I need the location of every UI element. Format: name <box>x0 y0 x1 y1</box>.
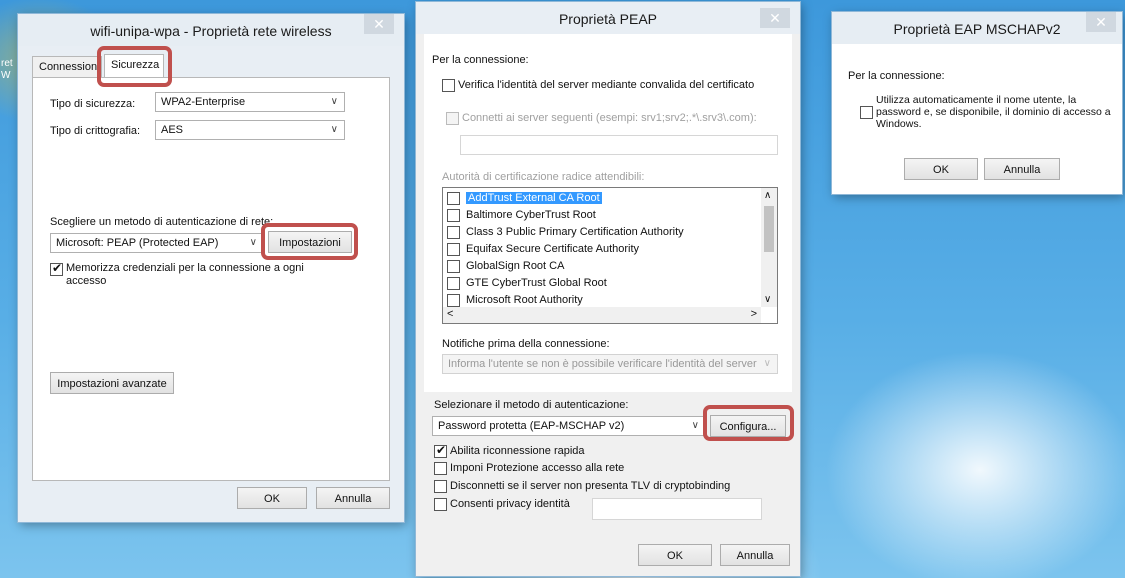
encryption-value: AES <box>161 124 184 136</box>
title-bar: Proprietà PEAP ✕ <box>416 2 800 34</box>
close-button[interactable]: ✕ <box>760 8 790 28</box>
highlight-settings-button <box>261 223 358 260</box>
notify-select[interactable]: Informa l'utente se non è possibile veri… <box>442 354 778 374</box>
cancel-button[interactable]: Annulla <box>720 544 790 566</box>
cryptobinding-label: Disconnetti se il server non presenta TL… <box>450 480 731 492</box>
title-bar: wifi-unipa-wpa - Proprietà rete wireless… <box>18 14 404 46</box>
title-bar: Proprietà EAP MSCHAPv2 ✕ <box>832 12 1122 44</box>
scroll-right-icon[interactable]: > <box>751 308 757 320</box>
chevron-down-icon: ∨ <box>691 420 699 431</box>
server-names-input[interactable] <box>460 135 778 155</box>
verify-cert-checkbox[interactable] <box>442 79 455 92</box>
verify-cert-label: Verifica l'identità del server mediante … <box>458 79 755 91</box>
auto-credentials-label: Utilizza automaticamente il nome utente,… <box>876 94 1111 130</box>
ca-checkbox[interactable] <box>447 276 460 290</box>
auth-method-value: Microsoft: PEAP (Protected EAP) <box>56 237 219 249</box>
highlight-sicurezza-tab <box>97 46 172 87</box>
scroll-down-icon[interactable]: ∨ <box>764 294 771 305</box>
highlight-configure-button <box>703 405 794 441</box>
ca-checkbox[interactable] <box>447 242 460 256</box>
ok-button[interactable]: OK <box>237 487 307 509</box>
list-item[interactable]: Class 3 Public Primary Certification Aut… <box>447 224 684 240</box>
close-button[interactable]: ✕ <box>364 14 394 34</box>
peap-properties-dialog: Proprietà PEAP ✕ Per la connessione: Ver… <box>416 2 800 576</box>
horizontal-scrollbar[interactable]: < > <box>443 307 761 323</box>
security-type-value: WPA2-Enterprise <box>161 96 246 108</box>
dialog-title: Proprietà PEAP <box>558 11 658 27</box>
ca-checkbox[interactable] <box>447 208 460 222</box>
desktop-edge-text: ret W <box>1 58 13 81</box>
peap-auth-method-label: Selezionare il metodo di autenticazione: <box>434 399 629 411</box>
auto-credentials-checkbox[interactable] <box>860 106 873 119</box>
cancel-button[interactable]: Annulla <box>316 487 390 509</box>
encryption-select[interactable]: AES ∨ <box>155 120 345 140</box>
mschapv2-properties-dialog: Proprietà EAP MSCHAPv2 ✕ Per la connessi… <box>832 12 1122 194</box>
ok-button[interactable]: OK <box>638 544 712 566</box>
security-type-label: Tipo di sicurezza: <box>50 98 136 110</box>
chevron-down-icon: ∨ <box>249 237 257 248</box>
scroll-up-icon[interactable]: ∧ <box>764 190 771 201</box>
list-item[interactable]: GTE CyberTrust Global Root <box>447 275 607 291</box>
peap-auth-method-select[interactable]: Password protetta (EAP-MSCHAP v2) ∨ <box>432 416 706 436</box>
vertical-scrollbar[interactable]: ∧ ∨ <box>761 188 777 307</box>
ca-checkbox[interactable] <box>447 259 460 273</box>
ca-checkbox[interactable] <box>447 293 460 307</box>
identity-privacy-checkbox[interactable] <box>434 498 447 511</box>
dialog-title: Proprietà EAP MSCHAPv2 <box>893 21 1061 37</box>
checkmark-icon: ✔ <box>436 443 447 457</box>
list-item[interactable]: AddTrust External CA Root <box>447 190 602 206</box>
connection-header: Per la connessione: <box>432 54 529 66</box>
peap-auth-method-value: Password protetta (EAP-MSCHAP v2) <box>438 420 625 432</box>
list-item[interactable]: Baltimore CyberTrust Root <box>447 207 596 223</box>
notify-value: Informa l'utente se non è possibile veri… <box>448 358 757 370</box>
chevron-down-icon: ∨ <box>763 358 771 369</box>
nap-checkbox[interactable] <box>434 462 447 475</box>
nap-label: Imponi Protezione accesso alla rete <box>450 462 625 474</box>
security-type-select[interactable]: WPA2-Enterprise ∨ <box>155 92 345 112</box>
chevron-down-icon: ∨ <box>330 96 338 107</box>
checkmark-icon: ✔ <box>52 261 63 275</box>
list-item[interactable]: Microsoft Root Authority <box>447 292 583 308</box>
identity-privacy-label: Consenti privacy identità <box>450 498 570 510</box>
fast-reconnect-label: Abilita riconnessione rapida <box>450 445 585 457</box>
root-ca-label: Autorità di certificazione radice attend… <box>442 171 645 183</box>
ca-checkbox[interactable] <box>447 191 460 205</box>
chevron-down-icon: ∨ <box>330 124 338 135</box>
cancel-button[interactable]: Annulla <box>984 158 1060 180</box>
advanced-settings-button[interactable]: Impostazioni avanzate <box>50 372 174 394</box>
encryption-label: Tipo di crittografia: <box>50 125 141 137</box>
dialog-title: wifi-unipa-wpa - Proprietà rete wireless <box>90 23 332 39</box>
remember-credentials-checkbox[interactable]: ✔ <box>50 261 63 276</box>
tab-connessione[interactable]: Connessione <box>32 56 102 78</box>
ca-checkbox[interactable] <box>447 225 460 239</box>
auth-method-select[interactable]: Microsoft: PEAP (Protected EAP) ∨ <box>50 233 264 253</box>
close-button[interactable]: ✕ <box>1086 12 1116 32</box>
scroll-thumb[interactable] <box>764 206 774 252</box>
connection-header: Per la connessione: <box>848 70 945 82</box>
remember-credentials-label: Memorizza credenziali per la connessione… <box>66 262 304 287</box>
fast-reconnect-checkbox[interactable]: ✔ <box>434 443 447 458</box>
cryptobinding-checkbox[interactable] <box>434 480 447 493</box>
wireless-properties-dialog: wifi-unipa-wpa - Proprietà rete wireless… <box>18 14 404 522</box>
ca-list[interactable]: AddTrust External CA Root Baltimore Cybe… <box>442 187 778 324</box>
connect-servers-label: Connetti ai server seguenti (esempi: srv… <box>462 112 757 124</box>
ok-button[interactable]: OK <box>904 158 978 180</box>
list-item[interactable]: GlobalSign Root CA <box>447 258 564 274</box>
identity-privacy-input[interactable] <box>592 498 762 520</box>
auth-method-label: Scegliere un metodo di autenticazione di… <box>50 216 274 228</box>
connect-servers-checkbox[interactable] <box>446 112 459 125</box>
notify-label: Notifiche prima della connessione: <box>442 338 610 350</box>
scroll-left-icon[interactable]: < <box>447 308 453 320</box>
list-item[interactable]: Equifax Secure Certificate Authority <box>447 241 639 257</box>
